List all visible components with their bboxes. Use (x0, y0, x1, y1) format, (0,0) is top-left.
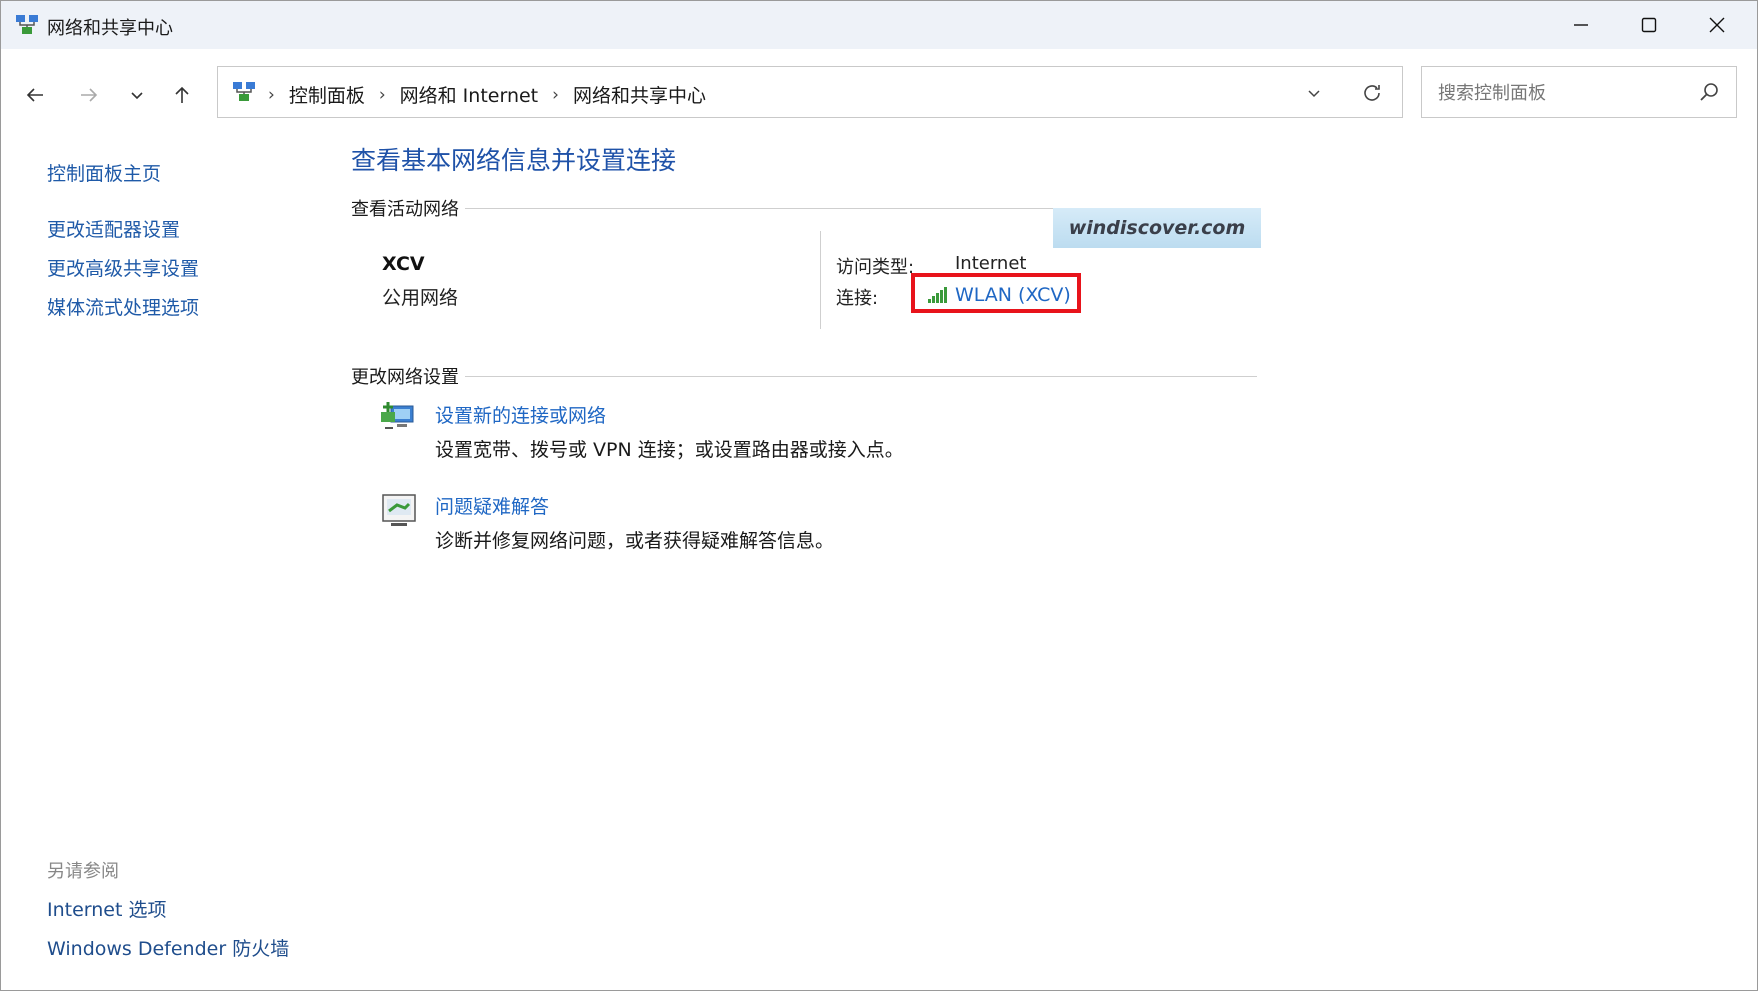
task-troubleshoot-link[interactable]: 问题疑难解答 (435, 492, 549, 519)
see-also-firewall[interactable]: Windows Defender 防火墙 (47, 934, 289, 961)
up-button[interactable] (164, 77, 200, 113)
minimize-button[interactable] (1547, 1, 1615, 49)
search-box[interactable] (1421, 66, 1737, 118)
sidebar-item-adapter-settings[interactable]: 更改适配器设置 (47, 215, 180, 242)
connection-value[interactable]: WLAN (XCV) (955, 284, 1071, 306)
address-history-chevron-icon[interactable] (1304, 83, 1324, 103)
breadcrumb-network-sharing-center[interactable]: 网络和共享中心 (573, 81, 706, 108)
network-info-divider (820, 231, 821, 329)
arrow-up-icon (175, 86, 189, 103)
maximize-icon (1641, 17, 1657, 33)
title-bar: 网络和共享中心 (1, 1, 1757, 49)
forward-button[interactable] (71, 77, 107, 113)
access-type-label: 访问类型: (836, 257, 915, 278)
wifi-signal-icon (928, 287, 947, 303)
watermark: windiscover.com (1053, 208, 1261, 248)
breadcrumb-separator: › (552, 84, 559, 105)
task-troubleshoot-description: 诊断并修复网络问题，或者获得疑难解答信息。 (435, 530, 835, 552)
arrow-right-icon (81, 88, 98, 102)
connection-link[interactable]: WLAN (XCV) (927, 284, 1071, 306)
sidebar-item-control-panel-home[interactable]: 控制面板主页 (47, 159, 161, 186)
breadcrumb: › 控制面板 › 网络和 Internet › 网络和共享中心 (268, 81, 706, 108)
search-input[interactable] (1436, 79, 1680, 107)
breadcrumb-control-panel[interactable]: 控制面板 (289, 81, 365, 108)
back-button[interactable] (17, 77, 53, 113)
new-connection-icon (381, 402, 414, 429)
breadcrumb-separator: › (378, 84, 386, 105)
window-title: 网络和共享中心 (47, 18, 173, 39)
chevron-down-icon (131, 92, 143, 100)
breadcrumb-network-internet[interactable]: 网络和 Internet (400, 81, 538, 108)
see-also-label: 另请参阅 (47, 861, 119, 882)
search-icon (1700, 83, 1718, 101)
breadcrumb-separator: › (268, 84, 275, 105)
sidebar-item-advanced-sharing[interactable]: 更改高级共享设置 (47, 254, 199, 281)
change-settings-divider (351, 376, 1257, 377)
network-app-icon (16, 15, 38, 34)
troubleshoot-icon (382, 494, 416, 526)
network-type[interactable]: 公用网络 (382, 283, 458, 310)
change-settings-label: 更改网络设置 (351, 363, 465, 389)
active-networks-label: 查看活动网络 (351, 195, 465, 221)
network-sharing-center-window: 网络和共享中心 › 控制面板 › 网络和 Internet › 网络和共享中心 … (0, 0, 1758, 991)
navigation-bar: › 控制面板 › 网络和 Internet › 网络和共享中心 (1, 49, 1757, 133)
address-bar[interactable]: › 控制面板 › 网络和 Internet › 网络和共享中心 (217, 66, 1403, 118)
close-button[interactable] (1683, 1, 1751, 49)
see-also-internet-options[interactable]: Internet 选项 (47, 895, 166, 922)
page-title: 查看基本网络信息并设置连接 (351, 146, 677, 175)
task-new-connection-description: 设置宽带、拨号或 VPN 连接；或设置路由器或接入点。 (435, 439, 904, 461)
sidebar-item-media-streaming[interactable]: 媒体流式处理选项 (47, 293, 199, 320)
refresh-icon[interactable] (1360, 81, 1384, 105)
recent-locations-button[interactable] (119, 77, 155, 113)
arrow-left-icon (26, 88, 43, 102)
network-location-icon (233, 82, 255, 101)
maximize-button[interactable] (1615, 1, 1683, 49)
task-new-connection-link[interactable]: 设置新的连接或网络 (435, 401, 606, 428)
access-type-value: Internet (955, 253, 1027, 274)
connection-label: 连接: (836, 288, 879, 309)
close-icon (1709, 17, 1725, 33)
network-name: XCV (382, 253, 425, 275)
minimize-icon (1574, 24, 1588, 26)
